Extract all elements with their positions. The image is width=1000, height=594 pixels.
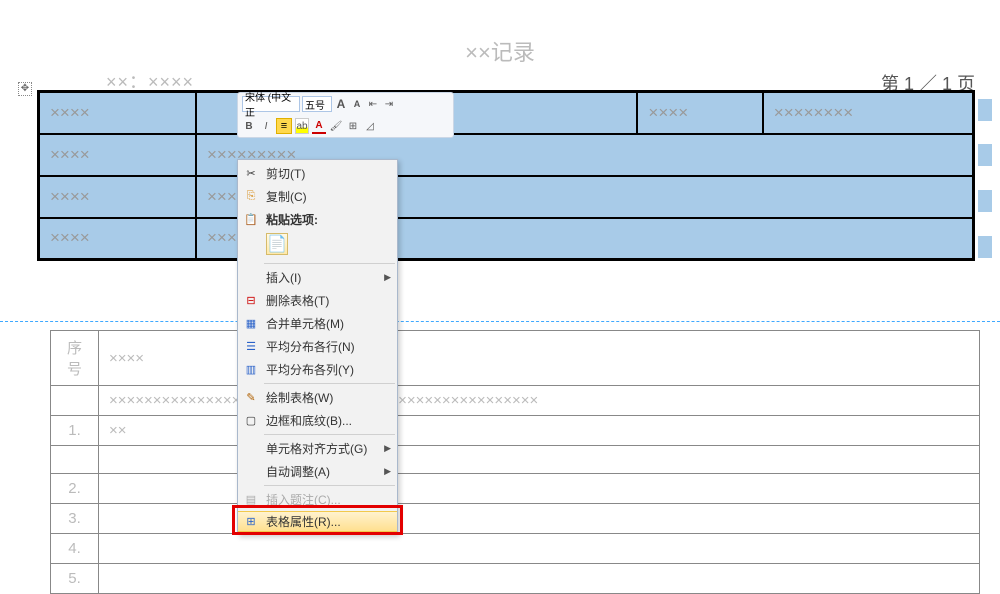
distribute-rows-icon: ☰ (243, 339, 259, 355)
menu-table-properties[interactable]: ⊞ 表格属性(R)... (238, 511, 397, 532)
table-icon[interactable]: ⊞ (346, 118, 360, 134)
menu-insert-caption: ▤ 插入题注(C)... (238, 488, 397, 511)
cell[interactable]: ×××× (39, 218, 197, 260)
bold-icon[interactable]: B (242, 118, 256, 134)
table-row[interactable]: 1. ×× (51, 416, 980, 446)
table-row[interactable]: 4. (51, 534, 980, 564)
table-row[interactable]: 5. (51, 564, 980, 594)
menu-copy[interactable]: ⎘ 复制(C) (238, 185, 397, 208)
align-center-icon[interactable]: ≡ (276, 118, 292, 134)
menu-autofit[interactable]: 自动调整(A) ▶ (238, 460, 397, 483)
cell[interactable]: 3. (51, 504, 99, 534)
highlight-color-icon[interactable]: ab (295, 118, 309, 134)
menu-distribute-rows[interactable]: ☰ 平均分布各行(N) (238, 335, 397, 358)
caption-icon: ▤ (243, 492, 259, 508)
eraser-icon[interactable]: ◿ (363, 118, 377, 134)
menu-distribute-cols[interactable]: ▥ 平均分布各列(Y) (238, 358, 397, 381)
selection-marker (978, 144, 992, 166)
menu-cut[interactable]: ✂ 剪切(T) (238, 162, 397, 185)
cell[interactable] (51, 446, 99, 474)
font-color-icon[interactable]: A (312, 118, 326, 134)
cell[interactable]: 4. (51, 534, 99, 564)
main-table[interactable]: ×××× ×××× ×××××××× ×××× ××××××××× ×××× ×… (37, 90, 975, 261)
cell[interactable]: 1. (51, 416, 99, 446)
cell[interactable]: ×××× (39, 92, 197, 134)
menu-cell-alignment[interactable]: 单元格对齐方式(G) ▶ (238, 437, 397, 460)
cell[interactable]: ×××× (39, 134, 197, 176)
table-row[interactable]: 3. (51, 504, 980, 534)
pencil-icon: ✎ (243, 390, 259, 406)
merge-cells-icon: ▦ (243, 316, 259, 332)
submenu-arrow-icon: ▶ (384, 443, 391, 454)
table-row[interactable]: ×××× ××××× (39, 176, 974, 218)
table-row[interactable]: ×××× ×××× ×××××××× (39, 92, 974, 134)
italic-icon[interactable]: I (259, 118, 273, 134)
font-selector[interactable]: 宋体 (中文正 (242, 96, 300, 112)
menu-delete-table[interactable]: ⊟ 删除表格(T) (238, 289, 397, 312)
cell[interactable]: ×××× (637, 92, 762, 134)
menu-merge-cells[interactable]: ▦ 合并单元格(M) (238, 312, 397, 335)
lower-table[interactable]: 序号 ×××× ××××××××××××××××××××××××××××××××… (50, 330, 980, 594)
properties-icon: ⊞ (243, 514, 259, 530)
menu-paste-options[interactable]: 📋 粘贴选项: (238, 208, 397, 231)
font-size-selector[interactable]: 五号 (302, 96, 332, 112)
submenu-arrow-icon: ▶ (384, 466, 391, 477)
paste-option-row: 📄 (238, 233, 397, 261)
page-title: ××记录 (465, 35, 535, 67)
cell[interactable]: ×××× (39, 176, 197, 218)
scissors-icon: ✂ (243, 166, 259, 182)
distribute-cols-icon: ▥ (243, 362, 259, 378)
selection-marker (978, 236, 992, 258)
grow-font-icon[interactable]: A (334, 96, 348, 112)
copy-icon: ⎘ (243, 189, 259, 205)
decrease-indent-icon[interactable]: ⇤ (366, 96, 380, 112)
delete-table-icon: ⊟ (243, 293, 259, 309)
cell[interactable]: 2. (51, 474, 99, 504)
header-cell[interactable]: 序号 (51, 331, 99, 386)
menu-insert[interactable]: 插入(I) ▶ (238, 266, 397, 289)
format-painter-icon[interactable]: 🖌 (329, 118, 343, 134)
menu-draw-table[interactable]: ✎ 绘制表格(W) (238, 386, 397, 409)
mini-toolbar[interactable]: 宋体 (中文正 五号 A A ⇤ ⇥ B I ≡ ab A 🖌 ⊞ ◿ (237, 92, 454, 138)
table-header-row[interactable]: 序号 ×××× (51, 331, 980, 386)
cell[interactable]: ××××××××××××××××××××××××××××××××××××××××… (99, 386, 980, 416)
table-anchor-icon[interactable]: ✥ (18, 82, 32, 96)
cell[interactable]: 5. (51, 564, 99, 594)
table-row[interactable] (51, 446, 980, 474)
borders-icon: ▢ (243, 413, 259, 429)
header-cell[interactable]: ×××× (99, 331, 980, 386)
shrink-font-icon[interactable]: A (350, 96, 364, 112)
table-row[interactable]: 2. (51, 474, 980, 504)
cell[interactable]: ×××××××× (763, 92, 974, 134)
paste-keep-source-icon[interactable]: 📄 (266, 233, 288, 255)
page-break-line (0, 321, 1000, 322)
selection-marker (978, 190, 992, 212)
paste-icon: 📋 (243, 212, 259, 228)
selection-marker (978, 99, 992, 121)
table-row[interactable]: ×××× ××××× (39, 218, 974, 260)
table-row[interactable]: ××××××××××××××××××××××××××××××××××××××××… (51, 386, 980, 416)
cell[interactable]: ×× (99, 416, 980, 446)
submenu-arrow-icon: ▶ (384, 272, 391, 283)
context-menu: ✂ 剪切(T) ⎘ 复制(C) 📋 粘贴选项: 📄 插入(I) ▶ ⊟ 删除表格… (237, 159, 398, 535)
increase-indent-icon[interactable]: ⇥ (382, 96, 396, 112)
menu-borders-shading[interactable]: ▢ 边框和底纹(B)... (238, 409, 397, 432)
table-row[interactable]: ×××× ××××××××× (39, 134, 974, 176)
